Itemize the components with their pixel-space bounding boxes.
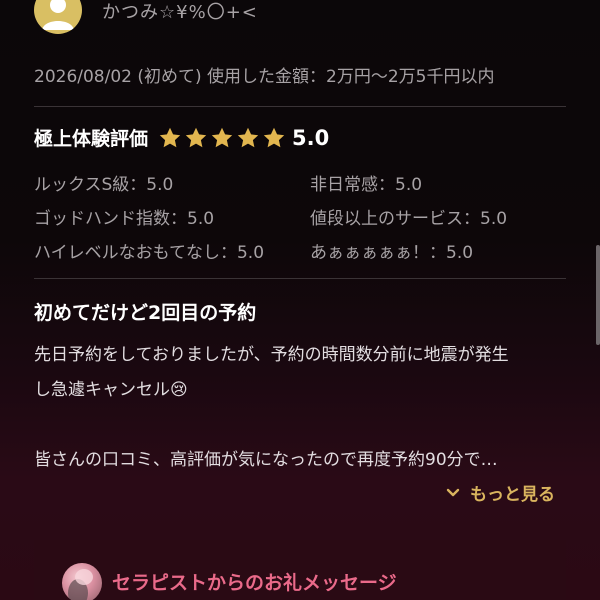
sub-rating-value: 値段以上のサービス：5.0 [310, 209, 508, 229]
review-text-line: 皆さんの口コミ、高評価が気になったので再度予約90分で… [34, 450, 498, 470]
star-icon [211, 127, 233, 147]
review-text-line: し急遽キャンセル😢 [34, 380, 188, 400]
star-icon [263, 127, 285, 147]
sub-rating-god-hand: ゴッドハンド指数：5.0 [34, 209, 215, 229]
reviewer-name: かつみ☆¥%〇+< [102, 2, 258, 23]
star-icon [185, 127, 207, 147]
sub-rating-ah: あぁぁぁぁぁ！：5.0 [310, 243, 474, 263]
star-icon [237, 127, 259, 147]
chevron-down-icon [446, 488, 460, 496]
show-more-label: もっと見る [470, 485, 555, 505]
review-title: 初めてだけど2回目の予約 [34, 302, 257, 324]
star-rating [158, 126, 288, 150]
reviewer-header[interactable]: かつみ☆¥%〇+< [34, 0, 258, 40]
sub-rating-hospitality: ハイレベルなおもてなし：5.0 [34, 243, 265, 263]
divider [34, 278, 566, 279]
review-body: 先日予約をしておりましたが、予約の時間数分前に地震が発生 し急遽キャンセル😢 皆… [34, 338, 568, 478]
therapist-avatar [62, 563, 102, 600]
divider [34, 106, 566, 107]
visit-info: 2026/08/02 (初めて) 使用した金額：2万円〜2万5千円以内 [34, 67, 495, 87]
show-more-button[interactable]: もっと見る [446, 480, 555, 505]
rating-title: 極上体験評価 [34, 128, 149, 150]
star-icon [159, 127, 181, 147]
review-text-line: 先日予約をしておりましたが、予約の時間数分前に地震が発生 [34, 345, 509, 365]
scrollbar[interactable] [596, 245, 600, 345]
sub-rating-extraordinary: 非日常感：5.0 [310, 175, 423, 195]
thanks-title: セラピストからのお礼メッセージ [112, 572, 397, 594]
review-screen: かつみ☆¥%〇+< 2026/08/02 (初めて) 使用した金額：2万円〜2万… [0, 0, 600, 600]
rating-score: 5.0 [292, 125, 330, 150]
user-avatar-icon [34, 0, 82, 34]
rating-header: 極上体験評価 5.0 [34, 124, 329, 151]
sub-rating-looks: ルックスS級：5.0 [34, 175, 174, 195]
